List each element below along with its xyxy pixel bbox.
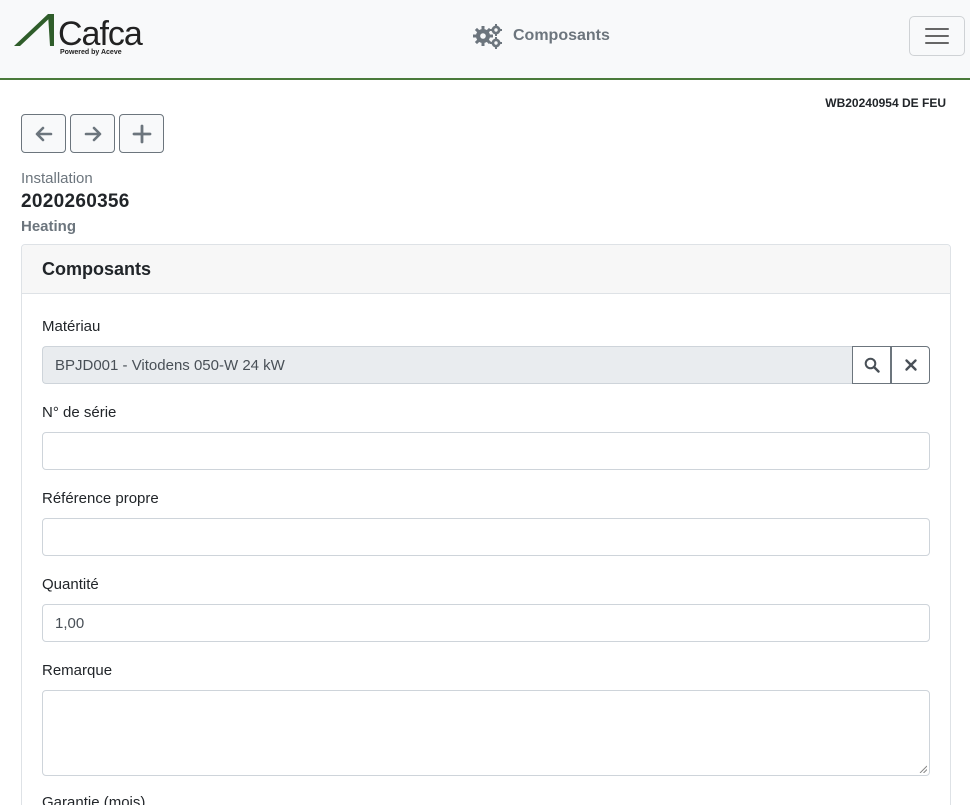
own-reference-label: Référence propre <box>42 490 159 507</box>
close-icon <box>904 359 917 371</box>
material-label: Matériau <box>42 318 101 335</box>
arrow-right-icon <box>84 126 101 141</box>
plus-icon <box>132 124 151 143</box>
warranty-label: Garantie (mois) <box>42 794 146 805</box>
installation-label: Installation <box>21 170 93 187</box>
resize-grip-icon[interactable] <box>919 765 927 773</box>
logo-subtext: Powered by Aceve <box>60 49 122 56</box>
cafca-logo[interactable]: Cafca Powered by Aceve <box>14 12 154 62</box>
page-title: Composants <box>473 22 610 50</box>
page-title-text: Composants <box>513 27 610 44</box>
material-value: BPJD001 - Vitodens 050-W 24 kW <box>55 356 285 374</box>
own-reference-input[interactable] <box>42 518 930 556</box>
record-nav-buttons <box>21 114 164 153</box>
arrow-left-icon <box>35 126 52 141</box>
quantity-value: 1,00 <box>55 614 85 632</box>
remark-textarea[interactable] <box>42 690 930 776</box>
search-material-button[interactable] <box>852 346 891 384</box>
logo-mark-icon <box>14 14 54 46</box>
serial-label: N° de série <box>42 404 117 421</box>
installation-number: 2020260356 <box>21 191 130 212</box>
quantity-label: Quantité <box>42 576 99 593</box>
installation-type: Heating <box>21 218 77 235</box>
add-button[interactable] <box>119 114 164 153</box>
top-navbar: Cafca Powered by Aceve Composants <box>0 0 970 80</box>
hamburger-menu-icon <box>925 28 949 44</box>
gears-icon <box>473 24 502 49</box>
previous-button[interactable] <box>21 114 66 153</box>
search-icon <box>864 357 880 373</box>
clear-material-button[interactable] <box>891 346 930 384</box>
components-card: Composants Matériau BPJD001 - Vitodens 0… <box>21 244 951 805</box>
material-field: BPJD001 - Vitodens 050-W 24 kW <box>42 346 853 384</box>
quantity-input[interactable]: 1,00 <box>42 604 930 642</box>
remark-label: Remarque <box>42 662 113 679</box>
order-reference: WB20240954 DE FEU <box>825 96 946 110</box>
card-title: Composants <box>22 245 950 294</box>
next-button[interactable] <box>70 114 115 153</box>
serial-input[interactable] <box>42 432 930 470</box>
menu-toggle-button[interactable] <box>909 16 965 56</box>
